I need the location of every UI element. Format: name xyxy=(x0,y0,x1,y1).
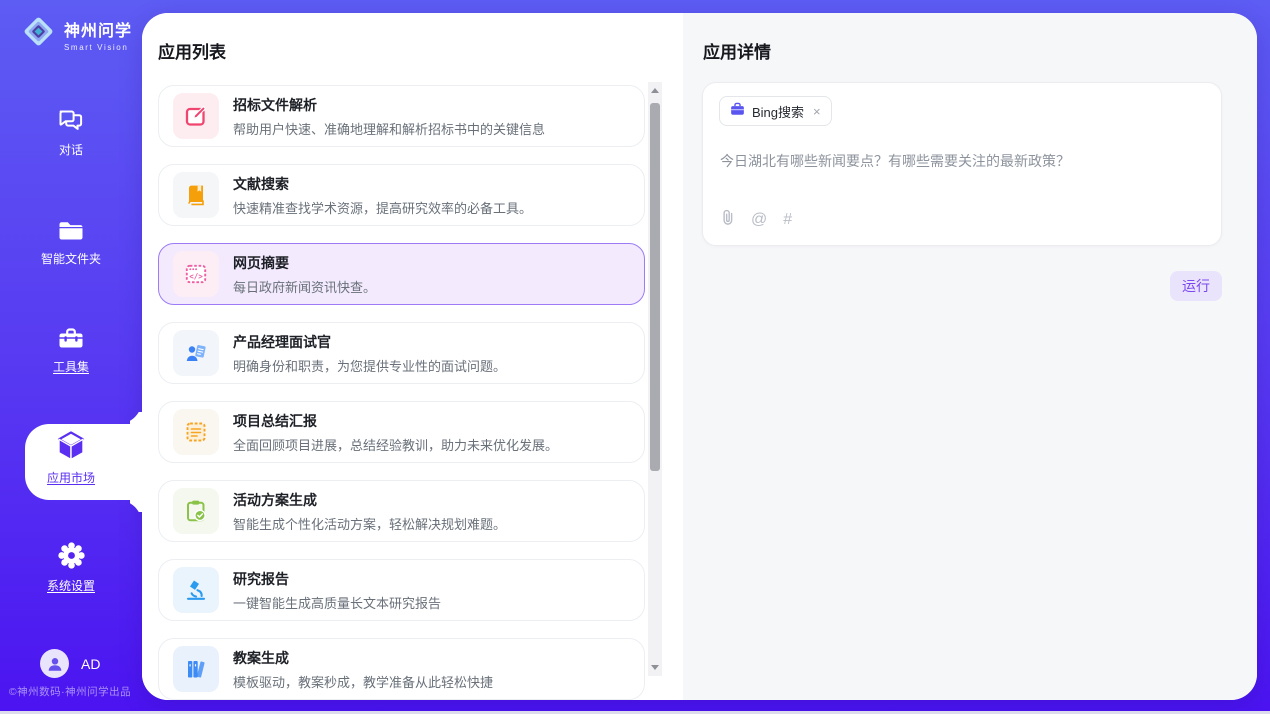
hash-icon[interactable]: # xyxy=(783,212,792,228)
app-description: 全面回顾项目进展，总结经验教训，助力未来优化发展。 xyxy=(233,435,558,454)
attachment-toolbar: @ # xyxy=(720,208,792,231)
app-card[interactable]: 文献搜索 快速精准查找学术资源，提高研究效率的必备工具。 xyxy=(158,164,645,226)
list-scrollbar[interactable] xyxy=(648,82,662,676)
app-list-panel: 应用列表 招标文件解析 帮助用户快速、准确地理解和解析招标书中的关键信息 xyxy=(142,13,683,700)
edit-square-icon xyxy=(173,93,219,139)
at-icon[interactable]: @ xyxy=(751,212,767,228)
sidebar-item-label: 工具集 xyxy=(53,361,89,373)
diamond-logo-icon xyxy=(20,13,57,55)
avatar[interactable] xyxy=(40,649,69,678)
sidebar-item-label: 对话 xyxy=(59,144,83,156)
note-icon xyxy=(173,409,219,455)
scrollbar-thumb[interactable] xyxy=(650,103,660,471)
app-card[interactable]: 研究报告 一键智能生成高质量长文本研究报告 xyxy=(158,559,645,621)
scroll-up-icon[interactable] xyxy=(651,88,659,93)
sidebar-item-label: 应用市场 xyxy=(47,472,95,484)
app-name: 研究报告 xyxy=(233,569,441,589)
app-detail-title: 应用详情 xyxy=(703,38,771,63)
gear-icon xyxy=(57,541,86,573)
app-description: 快速精准查找学术资源，提高研究效率的必备工具。 xyxy=(233,198,532,217)
svg-text:</>: </> xyxy=(189,272,203,281)
toolbox-icon xyxy=(56,326,86,354)
prompt-card: Bing搜索 × 今日湖北有哪些新闻要点？有哪些需要关注的最新政策？ @ # xyxy=(702,82,1222,246)
sidebar-item-app-market[interactable]: 应用市场 xyxy=(0,430,142,484)
app-root: { "brand": { "name": "神州问学", "tagline": … xyxy=(0,0,1270,714)
app-name: 文献搜索 xyxy=(233,174,532,194)
close-icon[interactable]: × xyxy=(813,105,821,118)
prompt-input[interactable]: 今日湖北有哪些新闻要点？有哪些需要关注的最新政策？ xyxy=(720,151,1205,171)
app-list-title: 应用列表 xyxy=(158,38,226,63)
sidebar-item-label: 智能文件夹 xyxy=(41,253,101,265)
user-account[interactable]: AD xyxy=(40,649,100,678)
sidebar-item-smart-folder[interactable]: 智能文件夹 xyxy=(0,219,142,265)
app-description: 一键智能生成高质量长文本研究报告 xyxy=(233,593,441,612)
microscope-icon xyxy=(173,567,219,613)
tool-tag-bing-search[interactable]: Bing搜索 × xyxy=(719,96,832,126)
app-name: 活动方案生成 xyxy=(233,490,506,510)
interview-icon xyxy=(173,330,219,376)
brand-tagline: Smart Vision xyxy=(64,43,132,52)
sidebar: 神州问学 Smart Vision 对话 智能文件夹 xyxy=(0,0,142,714)
folder-icon xyxy=(56,219,86,246)
book-icon xyxy=(173,172,219,218)
app-name: 招标文件解析 xyxy=(233,95,545,115)
brand-name: 神州问学 xyxy=(64,17,132,41)
app-card[interactable]: 教案生成 模板驱动，教案秒成，教学准备从此轻松快捷 xyxy=(158,638,645,700)
app-card-selected[interactable]: </> 网页摘要 每日政府新闻资讯快查。 xyxy=(158,243,645,305)
app-card[interactable]: 产品经理面试官 明确身份和职责，为您提供专业性的面试问题。 xyxy=(158,322,645,384)
app-card[interactable]: 活动方案生成 智能生成个性化活动方案，轻松解决规划难题。 xyxy=(158,480,645,542)
app-name: 项目总结汇报 xyxy=(233,411,558,431)
app-description: 帮助用户快速、准确地理解和解析招标书中的关键信息 xyxy=(233,119,545,138)
cube-icon xyxy=(54,430,88,465)
app-description: 每日政府新闻资讯快查。 xyxy=(233,277,376,296)
sidebar-item-label: 系统设置 xyxy=(47,580,95,592)
user-name: AD xyxy=(81,656,100,672)
app-description: 模板驱动，教案秒成，教学准备从此轻松快捷 xyxy=(233,672,493,691)
sidebar-item-settings[interactable]: 系统设置 xyxy=(0,541,142,592)
tool-tag-label: Bing搜索 xyxy=(752,102,804,121)
sidebar-item-toolset[interactable]: 工具集 xyxy=(0,326,142,373)
run-button[interactable]: 运行 xyxy=(1170,271,1222,301)
app-card[interactable]: 招标文件解析 帮助用户快速、准确地理解和解析招标书中的关键信息 xyxy=(158,85,645,147)
chat-icon xyxy=(56,108,86,137)
active-nav-curve-bottom xyxy=(118,500,142,524)
sidebar-item-chat[interactable]: 对话 xyxy=(0,108,142,156)
app-card[interactable]: 项目总结汇报 全面回顾项目进展，总结经验教训，助力未来优化发展。 xyxy=(158,401,645,463)
app-name: 教案生成 xyxy=(233,648,493,668)
app-detail-panel: 应用详情 Bing搜索 × 今日湖北有哪些新闻要点？有哪些需要关注的最新政策？ xyxy=(683,13,1257,700)
clipboard-check-icon xyxy=(173,488,219,534)
paperclip-icon[interactable] xyxy=(720,208,735,231)
app-description: 明确身份和职责，为您提供专业性的面试问题。 xyxy=(233,356,506,375)
copyright-text: ©神州数码·神州问学出品 xyxy=(0,684,140,699)
scroll-down-icon[interactable] xyxy=(651,665,659,670)
app-list: 招标文件解析 帮助用户快速、准确地理解和解析招标书中的关键信息 文献搜索 快速精… xyxy=(158,85,645,700)
app-name: 网页摘要 xyxy=(233,253,376,273)
books-icon xyxy=(173,646,219,692)
app-description: 智能生成个性化活动方案，轻松解决规划难题。 xyxy=(233,514,506,533)
browser-code-icon: </> xyxy=(173,251,219,297)
app-name: 产品经理面试官 xyxy=(233,332,506,352)
brand-logo: 神州问学 Smart Vision xyxy=(20,13,132,55)
main-window: 应用列表 招标文件解析 帮助用户快速、准确地理解和解析招标书中的关键信息 xyxy=(142,13,1257,700)
active-nav-curve-top xyxy=(118,400,142,424)
person-icon xyxy=(46,655,64,673)
briefcase-icon xyxy=(730,102,745,121)
